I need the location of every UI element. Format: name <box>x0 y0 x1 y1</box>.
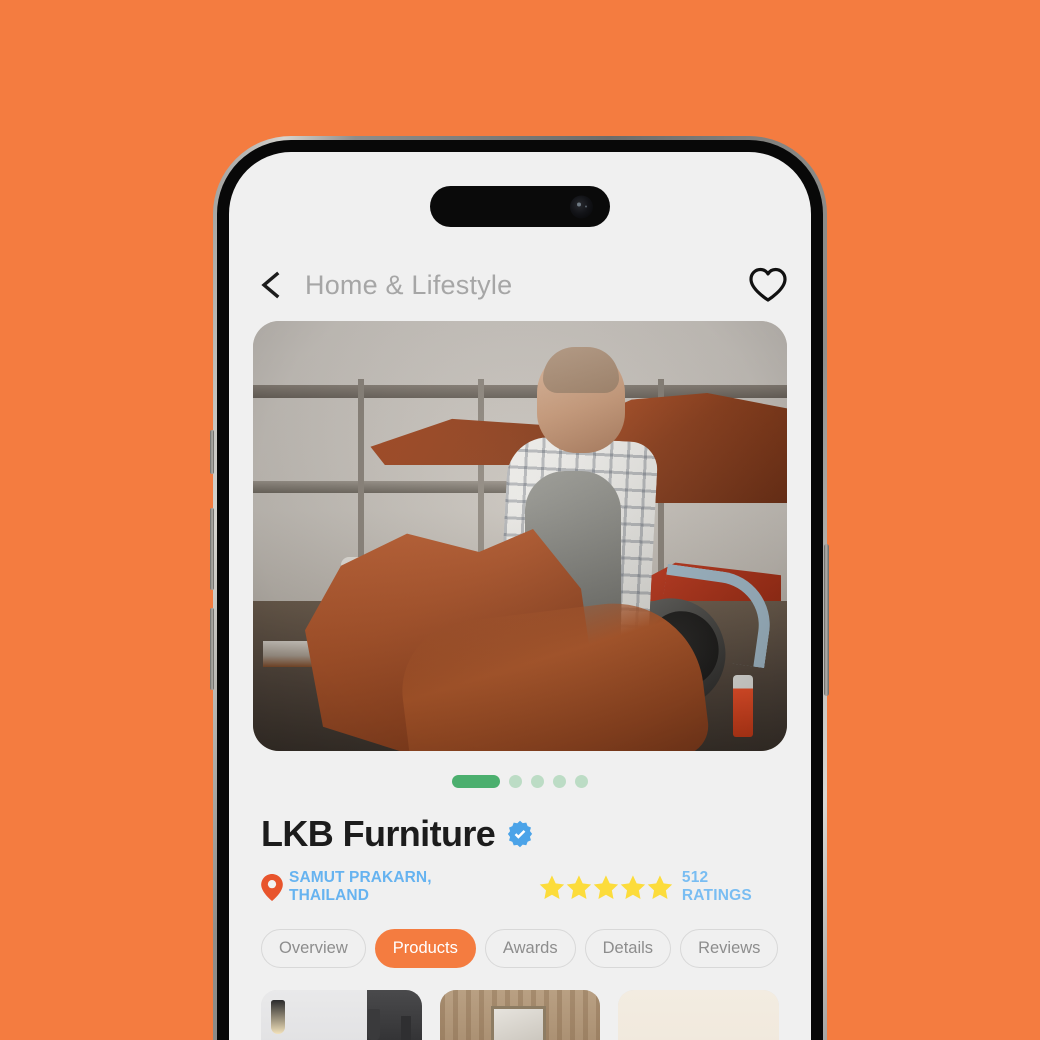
store-title-row: LKB Furniture <box>261 813 779 855</box>
tab-overview[interactable]: Overview <box>261 929 366 968</box>
app-header: Home & Lifestyle <box>243 251 797 319</box>
hero-vignette <box>253 321 787 751</box>
carousel-dot-1[interactable] <box>452 774 500 788</box>
tab-products[interactable]: Products <box>374 929 476 968</box>
mute-switch[interactable] <box>210 430 214 474</box>
tab-awards[interactable]: Awards <box>484 929 576 968</box>
product-grid <box>243 990 797 1040</box>
carousel-dot-2[interactable] <box>509 774 522 788</box>
store-info: LKB Furniture SAMUT PRAKARN, THAILAND 51… <box>243 813 797 905</box>
star-icon <box>647 874 673 899</box>
store-name: LKB Furniture <box>261 813 496 854</box>
phone-frame: Home & Lifestyle LKB Furniture SAMUT PRA… <box>213 136 827 1040</box>
back-button[interactable] <box>249 263 293 307</box>
store-location: SAMUT PRAKARN, THAILAND <box>261 869 506 905</box>
hero-image[interactable] <box>253 321 787 751</box>
tab-details[interactable]: Details <box>584 929 672 968</box>
app-content: Home & Lifestyle LKB Furniture SAMUT PRA… <box>229 152 811 1040</box>
tab-bar: Overview Products Awards Details Reviews <box>243 929 797 968</box>
product-image <box>261 990 422 1040</box>
verified-check-badge-icon <box>508 820 533 848</box>
star-icon <box>567 874 592 899</box>
product-decor <box>271 1000 285 1034</box>
favorite-button[interactable] <box>745 262 791 308</box>
carousel-pagination <box>243 774 797 788</box>
carousel-dot-5[interactable] <box>575 774 588 788</box>
product-card[interactable] <box>618 990 780 1040</box>
store-location-text: SAMUT PRAKARN, THAILAND <box>289 869 432 904</box>
phone-screen: Home & Lifestyle LKB Furniture SAMUT PRA… <box>229 152 811 1040</box>
store-rating: 512 RATINGS <box>538 869 779 905</box>
star-icon <box>620 874 646 899</box>
power-button[interactable] <box>824 544 829 696</box>
page-title: Home & Lifestyle <box>305 269 513 300</box>
ratings-count: 512 RATINGS <box>681 869 752 904</box>
product-card[interactable] <box>261 990 422 1040</box>
tab-reviews[interactable]: Reviews <box>680 929 779 968</box>
front-camera-icon <box>570 195 593 218</box>
product-card[interactable] <box>439 990 601 1040</box>
star-icon <box>540 874 565 899</box>
chevron-left-icon <box>261 271 280 299</box>
heart-outline-icon <box>749 267 787 302</box>
carousel-dot-4[interactable] <box>553 774 566 788</box>
product-decor <box>491 1006 546 1040</box>
volume-up-button[interactable] <box>210 508 214 590</box>
map-pin-icon <box>261 873 283 901</box>
dynamic-island <box>430 186 610 227</box>
star-icon <box>593 874 619 899</box>
store-meta-row: SAMUT PRAKARN, THAILAND 512 RATINGS <box>261 869 779 905</box>
volume-down-button[interactable] <box>210 608 214 690</box>
product-image <box>618 990 780 1040</box>
phone-bezel: Home & Lifestyle LKB Furniture SAMUT PRA… <box>217 140 823 1040</box>
carousel-dot-3[interactable] <box>531 774 544 788</box>
